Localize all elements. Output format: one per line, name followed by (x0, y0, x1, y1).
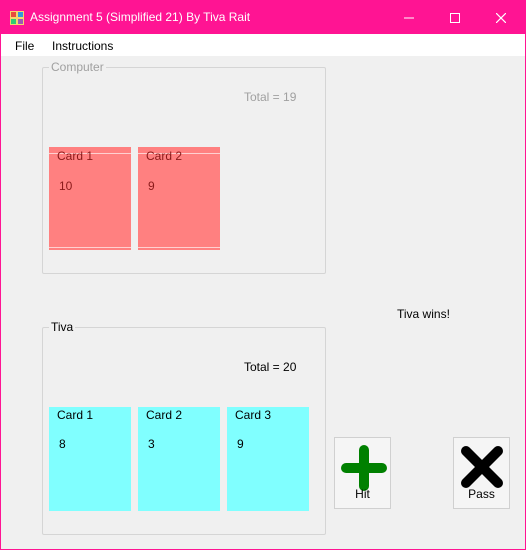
computer-total: Total = 19 (244, 90, 297, 104)
player-card-1: Card 1 8 (49, 407, 131, 511)
title-bar[interactable]: Assignment 5 (Simplified 21) By Tiva Rai… (1, 1, 525, 34)
card-bottom-border (49, 247, 131, 248)
card-value: 9 (237, 437, 244, 451)
computer-card-2: Card 2 9 (138, 147, 220, 250)
minimize-icon (404, 17, 414, 18)
card-value: 3 (148, 437, 155, 451)
maximize-icon (450, 12, 460, 23)
hit-button[interactable]: Hit (334, 437, 391, 509)
menu-instructions[interactable]: Instructions (52, 39, 113, 53)
player-card-2: Card 2 3 (138, 407, 220, 511)
close-icon (496, 12, 506, 23)
card-value: 9 (148, 179, 155, 193)
result-message: Tiva wins! (397, 307, 450, 321)
card-value: 10 (59, 179, 73, 193)
menu-bar: File Instructions (1, 34, 525, 56)
main-window: Assignment 5 (Simplified 21) By Tiva Rai… (0, 0, 526, 550)
card-label: Card 3 (235, 408, 272, 422)
player-card-3: Card 3 9 (227, 407, 309, 511)
x-icon (461, 446, 503, 488)
card-value: 8 (59, 437, 66, 451)
card-bottom-border (138, 247, 220, 248)
app-icon (10, 11, 24, 25)
player-total: Total = 20 (244, 360, 297, 374)
maximize-button[interactable] (432, 1, 478, 34)
plus-icon (341, 445, 387, 491)
player-group-label: Tiva (49, 320, 76, 334)
computer-group: Computer Total = 19 Card 1 10 Card 2 9 (42, 60, 326, 274)
hit-button-label: Hit (355, 487, 370, 501)
window-title: Assignment 5 (Simplified 21) By Tiva Rai… (30, 10, 251, 24)
card-label: Card 1 (57, 149, 94, 163)
minimize-button[interactable] (386, 1, 432, 34)
computer-card-1: Card 1 10 (49, 147, 131, 250)
menu-file[interactable]: File (15, 39, 34, 53)
pass-button[interactable]: Pass (453, 437, 510, 509)
card-label: Card 2 (146, 149, 183, 163)
card-label: Card 1 (57, 408, 94, 422)
computer-group-label: Computer (49, 60, 106, 74)
player-group: Tiva Total = 20 Card 1 8 Card 2 3 Card 3… (42, 320, 326, 535)
pass-button-label: Pass (468, 487, 495, 501)
close-button[interactable] (478, 1, 524, 34)
card-label: Card 2 (146, 408, 183, 422)
